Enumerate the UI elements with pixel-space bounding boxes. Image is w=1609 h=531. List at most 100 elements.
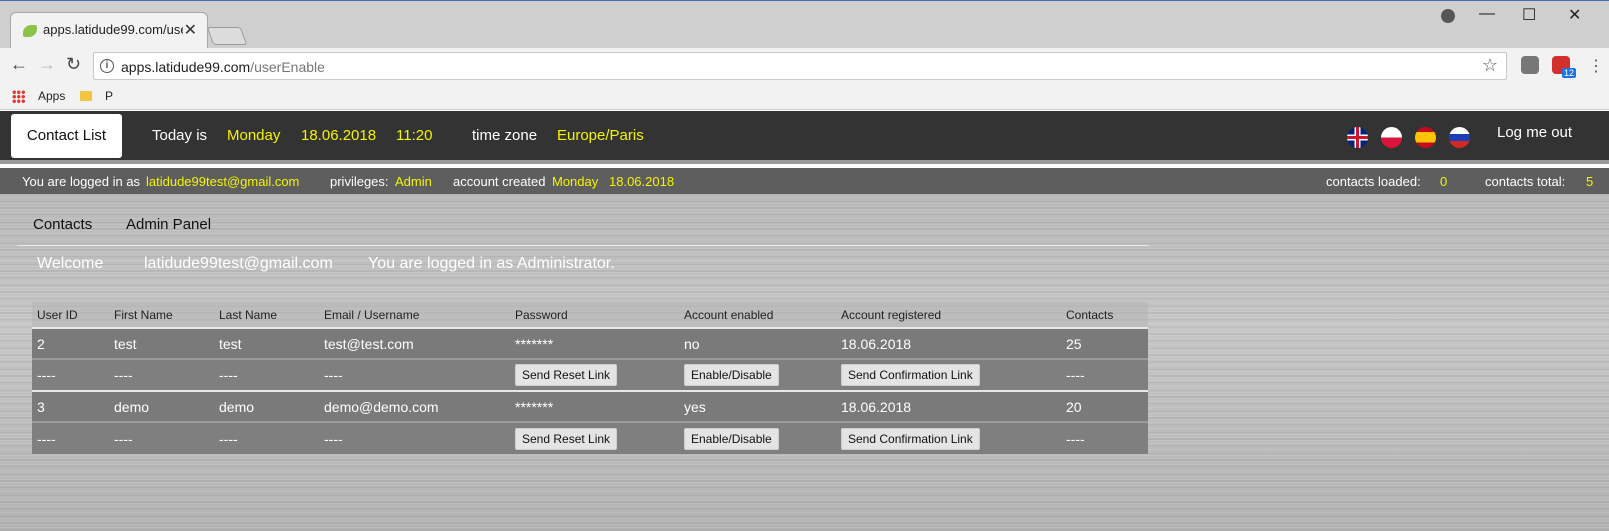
bookmark-star-icon[interactable]: ☆: [1482, 55, 1498, 76]
account-created-date: 18.06.2018: [609, 174, 675, 189]
confirm-cell: Send Confirmation Link: [836, 358, 1061, 391]
cell-first-name: demo: [109, 390, 214, 422]
placeholder-cell: ----: [319, 421, 510, 454]
menu-contacts[interactable]: Contacts: [33, 216, 92, 233]
contacts-total-label: contacts total:: [1485, 174, 1566, 189]
poland-flag-icon[interactable]: [1381, 127, 1402, 148]
address-bar[interactable]: i apps.latidude99.com/userEnable ☆: [93, 52, 1507, 80]
current-date: 18.06.2018: [301, 127, 377, 144]
cell-user-id: 3: [32, 390, 109, 422]
confirm-cell: Send Confirmation Link: [836, 421, 1061, 454]
placeholder-cell: ----: [214, 358, 319, 391]
tab-close-icon[interactable]: ✕: [184, 20, 197, 40]
cell-password: *******: [510, 390, 679, 422]
url-path: /userEnable: [250, 59, 325, 75]
logout-link[interactable]: Log me out: [1497, 124, 1572, 141]
russia-flag-icon[interactable]: [1449, 127, 1470, 148]
header-user-id: User ID: [32, 302, 109, 328]
timezone-value: Europe/Paris: [557, 127, 644, 144]
extension-badge: 12: [1562, 68, 1577, 78]
cell-account-enabled: no: [679, 327, 836, 359]
send-reset-link-button[interactable]: Send Reset Link: [515, 427, 618, 450]
enable-cell: Enable/Disable: [679, 421, 836, 454]
welcome-message: You are logged in as Administrator.: [368, 255, 615, 272]
contacts-loaded-label: contacts loaded:: [1326, 174, 1421, 189]
forward-arrow-icon[interactable]: →: [38, 54, 56, 75]
header-account-registered: Account registered: [836, 302, 1061, 328]
extension-globe-icon[interactable]: [1521, 56, 1539, 74]
cell-account-registered: 18.06.2018: [836, 390, 1061, 422]
profile-icon[interactable]: [1441, 9, 1455, 23]
timezone-label: time zone: [472, 127, 538, 144]
cell-contacts: 25: [1061, 327, 1148, 359]
reset-cell: Send Reset Link: [510, 421, 679, 454]
cell-first-name: test: [109, 327, 214, 359]
reload-icon[interactable]: ↻: [66, 54, 81, 75]
header-account-enabled: Account enabled: [679, 302, 836, 328]
placeholder-cell: ----: [1061, 358, 1148, 391]
contacts-loaded-value: 0: [1440, 174, 1448, 189]
welcome-email: latidude99test@gmail.com: [144, 255, 333, 272]
cell-account-registered: 18.06.2018: [836, 327, 1061, 359]
today-label: Today is: [152, 127, 208, 144]
logged-in-email: latidude99test@gmail.com: [146, 174, 300, 189]
menu-divider: [17, 245, 1149, 246]
send-confirmation-link-button[interactable]: Send Confirmation Link: [841, 364, 980, 386]
cell-last-name: demo: [214, 390, 319, 422]
browser-titlebar: apps.latidude99.com/userEnable ✕ — ☐ ✕: [0, 0, 1609, 49]
header-last-name: Last Name: [214, 302, 319, 328]
leaf-favicon-icon: [23, 25, 37, 37]
apps-grid-icon[interactable]: [12, 90, 25, 103]
folder-icon[interactable]: [80, 91, 92, 101]
browser-toolbar: ← → ↻ i apps.latidude99.com/userEnable ☆: [0, 48, 1609, 84]
back-arrow-icon[interactable]: ←: [10, 54, 28, 75]
users-table: User ID First Name Last Name Email / Use…: [32, 302, 1148, 454]
enable-disable-button[interactable]: Enable/Disable: [684, 427, 779, 450]
cell-account-enabled: yes: [679, 390, 836, 422]
cell-email: test@test.com: [319, 327, 510, 359]
reset-cell: Send Reset Link: [510, 358, 679, 391]
account-created-label: account created: [453, 174, 546, 189]
table-actions-row: ---- ---- ---- ---- Send Reset Link Enab…: [32, 358, 1148, 391]
enable-disable-button[interactable]: Enable/Disable: [684, 364, 779, 386]
placeholder-cell: ----: [214, 421, 319, 454]
status-bar: You are logged in as latidude99test@gmai…: [0, 168, 1609, 194]
spain-flag-icon[interactable]: [1415, 127, 1436, 148]
welcome-label: Welcome: [37, 255, 104, 272]
placeholder-cell: ----: [1061, 421, 1148, 454]
cell-password: *******: [510, 327, 679, 359]
send-confirmation-link-button[interactable]: Send Confirmation Link: [841, 427, 980, 450]
bookmark-apps[interactable]: Apps: [38, 89, 65, 103]
minimize-icon[interactable]: —: [1479, 5, 1495, 23]
placeholder-cell: ----: [109, 358, 214, 391]
current-time: 11:20: [396, 127, 433, 144]
contact-list-button[interactable]: Contact List: [11, 114, 122, 158]
table-row: 3 demo demo demo@demo.com ******* yes 18…: [32, 390, 1148, 422]
cell-last-name: test: [214, 327, 319, 359]
menu-admin-panel[interactable]: Admin Panel: [126, 216, 211, 233]
new-tab-button[interactable]: [206, 27, 248, 45]
uk-flag-icon[interactable]: [1347, 127, 1368, 148]
close-window-icon[interactable]: ✕: [1568, 5, 1581, 25]
maximize-icon[interactable]: ☐: [1522, 5, 1536, 25]
table-actions-row: ---- ---- ---- ---- Send Reset Link Enab…: [32, 421, 1148, 454]
info-icon[interactable]: i: [100, 59, 114, 73]
contacts-total-value: 5: [1586, 174, 1594, 189]
table-row: 2 test test test@test.com ******* no 18.…: [32, 327, 1148, 359]
header-email: Email / Username: [319, 302, 510, 328]
cell-email: demo@demo.com: [319, 390, 510, 422]
logged-in-label: You are logged in as: [22, 174, 141, 189]
placeholder-cell: ----: [32, 358, 109, 391]
privileges-value: Admin: [395, 174, 432, 189]
placeholder-cell: ----: [32, 421, 109, 454]
table-header-row: User ID First Name Last Name Email / Use…: [32, 302, 1148, 328]
header-first-name: First Name: [109, 302, 214, 328]
send-reset-link-button[interactable]: Send Reset Link: [515, 364, 618, 386]
browser-menu-icon[interactable]: ⋮: [1588, 56, 1604, 76]
header-password: Password: [510, 302, 679, 328]
url-host: apps.latidude99.com: [121, 59, 251, 75]
browser-tab[interactable]: apps.latidude99.com/userEnable ✕: [10, 12, 208, 49]
cell-contacts: 20: [1061, 390, 1148, 422]
enable-cell: Enable/Disable: [679, 358, 836, 391]
bookmark-p[interactable]: P: [105, 89, 113, 103]
